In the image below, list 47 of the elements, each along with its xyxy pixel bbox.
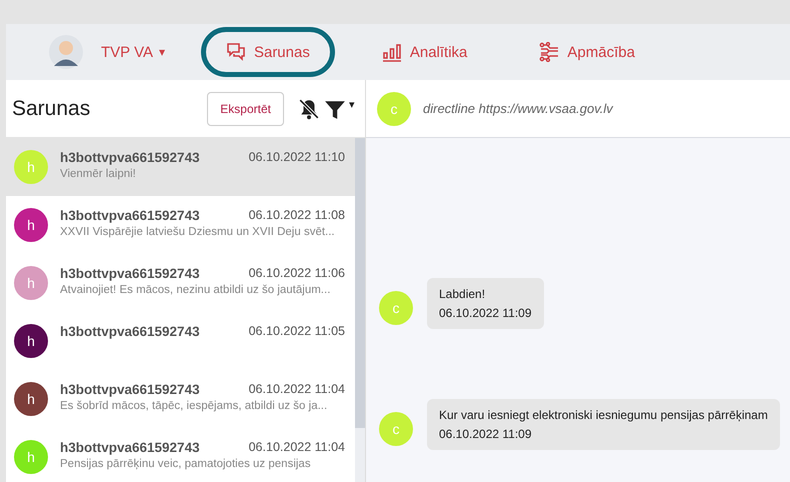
message-preview: XXVII Vispārējie latviešu Dziesmu un XVII Deju svēt... (60, 226, 336, 238)
avatar: h (14, 150, 48, 184)
bar-chart-icon (382, 42, 402, 62)
avatar: h (14, 382, 48, 416)
user-avatar-icon[interactable] (49, 35, 83, 69)
conversation-name: h3bottvpva661592743 (60, 150, 200, 165)
caret-icon[interactable]: ▾ (349, 98, 355, 111)
panel-title: Sarunas (12, 96, 90, 120)
avatar: c (377, 92, 411, 126)
avatar: h (14, 440, 48, 474)
message-time: 06.10.2022 11:09 (439, 306, 532, 320)
message-preview: Es šobrīd mācos, tāpēc, iespējams, atbildi uz šo ja... (60, 400, 328, 412)
avatar: h (14, 208, 48, 242)
conversation-name: h3bottvpva661592743 (60, 440, 200, 455)
conversation-name: h3bottvpva661592743 (60, 382, 200, 397)
export-button[interactable]: Eksportēt (207, 92, 284, 126)
message-preview: Vienmēr laipni! (60, 168, 137, 180)
account-name[interactable]: TVP VA (101, 44, 153, 60)
caret-icon[interactable]: ▾ (158, 45, 165, 59)
conversation-item[interactable]: h h3bottvpva661592743 06.10.2022 11:10 Vienmēr laipni! (6, 138, 355, 196)
conversation-time: 06.10.2022 11:04 (248, 382, 345, 397)
avatar: c (379, 291, 413, 325)
chat-bubbles-icon (226, 42, 246, 62)
conversation-name: h3bottvpva661592743 (60, 324, 200, 339)
conversation-time: 06.10.2022 11:10 (248, 150, 345, 165)
scrollbar[interactable] (355, 138, 365, 482)
message-preview: Atvainojiet! Es mācos, nezinu atbildi uz šo jautājum... (60, 284, 332, 296)
message-text: Kur varu iesniegt elektroniski iesniegumu pensijas pārrēķinam (439, 408, 768, 422)
nav-tab[interactable]: Sarunas (200, 27, 335, 77)
nav-tab[interactable]: Analītika (356, 27, 492, 77)
bell-muted-icon[interactable] (298, 98, 320, 120)
conversation-time: 06.10.2022 11:08 (248, 208, 345, 223)
conversation-name: h3bottvpva661592743 (60, 266, 200, 281)
avatar: h (14, 266, 48, 300)
conversation-time: 06.10.2022 11:04 (248, 440, 345, 455)
conversation-time: 06.10.2022 11:05 (248, 324, 345, 339)
circuit-icon (539, 42, 560, 62)
message-text: Labdien! (439, 287, 486, 301)
scrollbar-thumb[interactable] (355, 138, 365, 428)
conversation-time: 06.10.2022 11:06 (248, 266, 345, 281)
chat-title: directline https://www.vsaa.gov.lv (423, 101, 613, 116)
message-time: 06.10.2022 11:09 (439, 427, 533, 441)
avatar: h (14, 324, 48, 358)
conversation-name: h3bottvpva661592743 (60, 208, 200, 223)
avatar: c (379, 412, 413, 446)
nav-tab[interactable]: Apmācība (514, 27, 660, 77)
message-preview: Pensijas pārrēķinu veic, pamatojoties uz pensijas (60, 458, 312, 470)
